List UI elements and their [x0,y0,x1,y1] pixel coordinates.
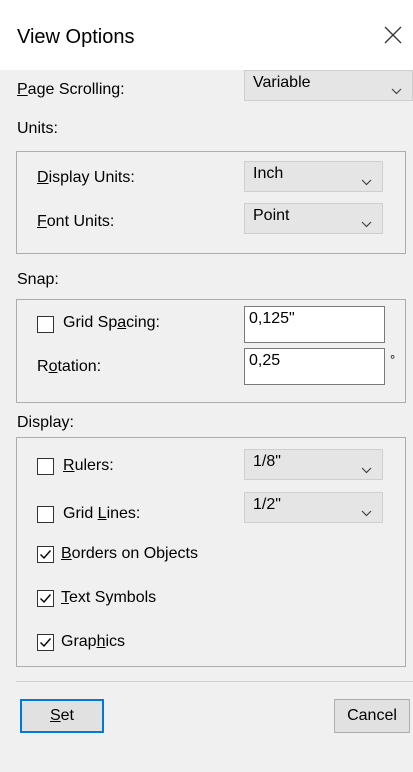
font-units-value: Point [253,207,290,224]
display-units-value: Inch [253,165,284,182]
chevron-down-icon [361,461,372,479]
rotation-value: 0,25 [249,352,281,369]
page-scrolling-value: Variable [253,74,311,91]
text-symbols-label: Text Symbols [61,589,156,607]
grid-spacing-label-post: cing: [126,314,160,331]
chevron-down-icon [361,504,372,522]
checkmark-icon [40,638,52,648]
display-units-accesskey: D [37,169,49,186]
grid-lines-label-pre: Grid [63,505,98,522]
rulers-value: 1/8" [253,453,281,470]
title-bar: View Options [0,0,413,70]
page-scrolling-select[interactable]: Variable [244,70,413,101]
font-units-label: Font Units: [37,213,114,231]
grid-spacing-value: 0,125" [249,310,295,327]
chevron-down-icon [361,173,372,191]
grid-lines-select[interactable]: 1/2" [244,492,383,523]
rotation-label-post: tation: [57,358,102,375]
font-units-label-text: ont Units: [46,213,115,230]
display-units-label-text: isplay Units: [48,169,135,186]
close-icon[interactable] [382,24,404,46]
text-symbols-accesskey: T [61,589,69,606]
rulers-checkbox[interactable] [37,458,54,475]
units-group-label: Units: [17,120,58,137]
page-scrolling-label-accesskey: P [17,81,28,98]
set-label-text: et [60,707,74,724]
text-symbols-label-text: ext Symbols [69,589,157,606]
display-group-label: Display: [17,414,74,431]
dialog-title: View Options [17,26,135,48]
rotation-label: Rotation: [37,358,101,376]
grid-lines-label-post: ines: [106,505,141,522]
snap-group-label: Snap: [17,271,59,288]
grid-spacing-label: Grid Spacing: [63,314,160,332]
graphics-checkbox[interactable] [37,634,54,651]
separator [16,681,413,682]
cancel-label: Cancel [347,707,397,724]
checkmark-icon [40,594,52,604]
display-units-label: Display Units: [37,169,135,187]
borders-accesskey: B [61,545,72,562]
rotation-label-pre: R [37,358,49,375]
rotation-input[interactable]: 0,25 [244,348,385,385]
grid-spacing-checkbox[interactable] [37,316,54,333]
rulers-select[interactable]: 1/8" [244,449,383,480]
graphics-label: Graphics [61,633,125,651]
grid-spacing-input[interactable]: 0,125" [244,306,385,343]
rulers-label-text: ulers: [74,457,114,474]
font-units-select[interactable]: Point [244,203,383,234]
checkmark-icon [40,550,52,560]
chevron-down-icon [361,215,372,233]
rulers-accesskey: R [63,457,75,474]
grid-lines-checkbox[interactable] [37,506,54,523]
display-units-select[interactable]: Inch [244,161,383,192]
grid-lines-accesskey: L [97,505,107,522]
chevron-down-icon [391,82,402,100]
graphics-label-post: ics [105,633,126,650]
borders-label-text: orders on Objects [71,545,198,562]
borders-on-objects-checkbox[interactable] [37,546,54,563]
grid-lines-label: Grid Lines: [63,505,140,523]
graphics-label-pre: Grap [61,633,97,650]
page-scrolling-label: Page Scrolling: [17,81,125,99]
text-symbols-checkbox[interactable] [37,590,54,607]
font-units-accesskey: F [37,213,47,230]
page-scrolling-label-text: age Scrolling: [27,81,125,98]
cancel-button[interactable]: Cancel [334,699,410,733]
set-accesskey: S [49,707,61,724]
grid-spacing-accesskey: a [117,314,127,331]
set-button[interactable]: Set [20,699,104,733]
grid-spacing-label-pre: Grid Sp [63,314,118,331]
degree-unit: ° [390,352,396,367]
rulers-label: Rulers: [63,457,114,475]
grid-lines-value: 1/2" [253,496,281,513]
borders-on-objects-label: Borders on Objects [61,545,198,563]
